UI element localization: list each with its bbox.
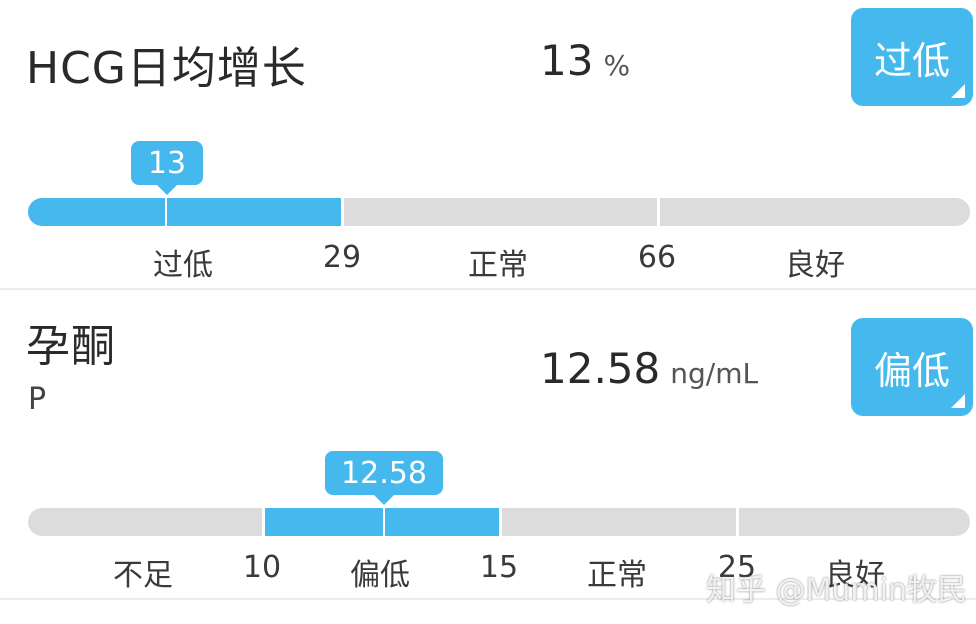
- progesterone-value-group: 12.58 ng/mL: [540, 344, 758, 393]
- progesterone-subtitle: P: [28, 382, 47, 417]
- progesterone-segment-insufficient: [28, 508, 262, 536]
- hcg-range-bar: [28, 198, 970, 226]
- hcg-range-label: 29: [322, 240, 362, 275]
- progesterone-level-marker: [383, 508, 385, 536]
- hcg-range-label: 正常: [468, 248, 528, 283]
- hcg-level-marker: [165, 198, 167, 226]
- progesterone-range-label: 不足: [113, 558, 173, 593]
- hcg-range-label: 良好: [785, 248, 845, 283]
- progesterone-status-badge[interactable]: 偏低: [851, 318, 973, 416]
- progesterone-value-bubble: 12.58: [325, 451, 443, 505]
- progesterone-title: 孕酮: [26, 321, 116, 372]
- watermark: 知乎 @Mumin牧民: [706, 573, 968, 608]
- hcg-card: HCG日均增长 13% 过低 13 过低 29 正常 66 良好: [0, 0, 976, 288]
- progesterone-card: 孕酮 P 12.58 ng/mL 偏低 12.58 不足 10 偏低 15 正常 …: [0, 290, 976, 598]
- progesterone-range-label: 偏低: [350, 558, 410, 593]
- progesterone-segment-low: [265, 508, 499, 536]
- hcg-unit: %: [603, 49, 631, 82]
- hcg-value: 13: [540, 36, 594, 85]
- corner-triangle-icon: [951, 394, 965, 408]
- bubble-pointer-icon: [374, 495, 394, 505]
- hcg-range-label: 66: [637, 240, 677, 275]
- hcg-segment-low: [28, 198, 341, 226]
- hcg-bubble-label: 13: [147, 145, 187, 181]
- progesterone-segment-normal: [502, 508, 736, 536]
- progesterone-unit: ng/mL: [670, 357, 759, 390]
- hcg-value-bubble: 13: [131, 141, 203, 195]
- progesterone-segment-good: [739, 508, 970, 536]
- progesterone-value: 12.58: [540, 344, 661, 393]
- progesterone-bubble-label: 12.58: [341, 455, 427, 491]
- progesterone-status-label: 偏低: [873, 348, 950, 393]
- corner-triangle-icon: [951, 84, 965, 98]
- progesterone-range-label: 正常: [587, 558, 647, 593]
- progesterone-range-label: 15: [479, 550, 519, 585]
- hcg-status-badge[interactable]: 过低: [851, 8, 973, 106]
- hcg-range-label: 过低: [153, 248, 213, 283]
- hcg-value-group: 13%: [540, 36, 630, 85]
- hcg-title: HCG日均增长: [26, 43, 307, 94]
- bubble-pointer-icon: [157, 185, 177, 195]
- hcg-segment-normal: [344, 198, 657, 226]
- progesterone-range-bar: [28, 508, 970, 536]
- hcg-status-label: 过低: [873, 38, 950, 83]
- hcg-segment-good: [660, 198, 970, 226]
- progesterone-range-label: 10: [242, 550, 282, 585]
